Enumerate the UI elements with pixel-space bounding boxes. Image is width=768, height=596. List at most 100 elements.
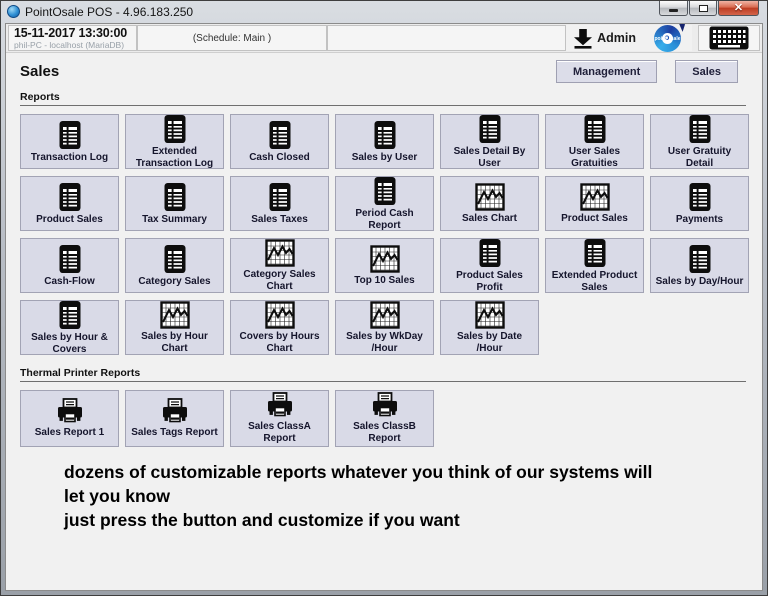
- report-button[interactable]: Sales by Hour & Covers: [20, 300, 119, 355]
- chart-icon: [265, 301, 295, 329]
- report-button[interactable]: Sales by User: [335, 114, 434, 169]
- report-button[interactable]: Sales Tags Report: [125, 390, 224, 447]
- report-button-label: Cash-Flow: [44, 276, 95, 288]
- report-button-label: Sales ClassA Report: [234, 421, 325, 445]
- chart-icon: [580, 183, 610, 211]
- report-button-label: Category Sales: [138, 276, 210, 288]
- report-button[interactable]: Sales by Day/Hour: [650, 238, 749, 293]
- report-icon: [58, 244, 82, 274]
- report-button[interactable]: Transaction Log: [20, 114, 119, 169]
- titlebar[interactable]: PointOsale POS - 4.96.183.250: [1, 1, 767, 22]
- report-button[interactable]: User Gratuity Detail: [650, 114, 749, 169]
- keyboard-icon: [709, 26, 749, 50]
- pointosale-logo: point o sale: [642, 25, 692, 51]
- report-button[interactable]: Period Cash Report: [335, 176, 434, 231]
- annotation-line-3: just press the button and customize if y…: [64, 508, 742, 532]
- app-icon: [7, 5, 20, 18]
- report-icon: [478, 238, 502, 268]
- datetime-label: 15-11-2017 13:30:00: [14, 26, 131, 40]
- report-button[interactable]: Sales Chart: [440, 176, 539, 231]
- report-icon: [268, 182, 292, 212]
- report-button[interactable]: Category Sales: [125, 238, 224, 293]
- thermal-section-rule: [20, 381, 746, 382]
- report-button-label: Top 10 Sales: [354, 275, 414, 287]
- report-button[interactable]: User Sales Gratuities: [545, 114, 644, 169]
- report-button[interactable]: Sales Taxes: [230, 176, 329, 231]
- report-button[interactable]: Payments: [650, 176, 749, 231]
- report-button-label: Sales by Hour & Covers: [24, 332, 115, 356]
- window-title: PointOsale POS - 4.96.183.250: [25, 5, 193, 19]
- report-button-label: Sales by Hour Chart: [129, 331, 220, 355]
- report-button[interactable]: Category Sales Chart: [230, 238, 329, 293]
- report-button-label: Sales Chart: [462, 213, 517, 225]
- report-button[interactable]: Product Sales: [545, 176, 644, 231]
- report-button-label: Transaction Log: [31, 152, 108, 164]
- report-button[interactable]: Sales by WkDay /Hour: [335, 300, 434, 355]
- report-icon: [478, 114, 502, 144]
- minimize-button[interactable]: [659, 1, 688, 16]
- window-content: 15-11-2017 13:30:00 phil-PC - localhost …: [5, 23, 763, 591]
- report-icon: [163, 182, 187, 212]
- report-button[interactable]: Tax Summary: [125, 176, 224, 231]
- report-button-label: Category Sales Chart: [234, 269, 325, 293]
- admin-button[interactable]: Admin: [566, 25, 642, 51]
- report-button[interactable]: Sales Report 1: [20, 390, 119, 447]
- sales-tab-button[interactable]: Sales: [675, 60, 738, 83]
- window-controls: ✕: [659, 1, 759, 16]
- report-button[interactable]: Product Sales Profit: [440, 238, 539, 293]
- logo-word-sale: sale: [671, 36, 681, 42]
- report-button[interactable]: Product Sales: [20, 176, 119, 231]
- report-button-label: Extended Product Sales: [549, 270, 640, 294]
- report-icon: [373, 120, 397, 150]
- printer-icon: [265, 392, 295, 419]
- report-button[interactable]: Sales ClassA Report: [230, 390, 329, 447]
- management-tab-button[interactable]: Management: [556, 60, 657, 83]
- report-button-label: User Sales Gratuities: [549, 146, 640, 170]
- thermal-reports-grid: Sales Report 1Sales Tags Report Sales Cla…: [20, 390, 750, 447]
- report-icon: [688, 182, 712, 212]
- chart-icon: [265, 239, 295, 267]
- printer-icon: [160, 398, 190, 425]
- report-button[interactable]: Cash-Flow: [20, 238, 119, 293]
- maximize-icon: [699, 5, 708, 12]
- app-window: PointOsale POS - 4.96.183.250 ✕ 15-11-20…: [0, 0, 768, 596]
- report-icon: [163, 244, 187, 274]
- logo-word-point: point: [655, 36, 667, 42]
- report-button[interactable]: Sales by Hour Chart: [125, 300, 224, 355]
- schedule-label: (Schedule: Main ): [137, 25, 327, 51]
- report-button-label: Tax Summary: [142, 214, 207, 226]
- page-title-row: Sales Management Sales: [6, 53, 762, 87]
- close-button[interactable]: ✕: [718, 1, 759, 16]
- report-button[interactable]: Top 10 Sales: [335, 238, 434, 293]
- report-button[interactable]: Extended Transaction Log: [125, 114, 224, 169]
- thermal-section-header: Thermal Printer Reports: [20, 367, 746, 382]
- report-button[interactable]: Sales Detail By User: [440, 114, 539, 169]
- report-button-label: Payments: [676, 214, 723, 226]
- report-button-label: Period Cash Report: [339, 208, 430, 232]
- report-icon: [373, 176, 397, 206]
- report-button-label: Cash Closed: [249, 152, 310, 164]
- report-button-label: Product Sales Profit: [444, 270, 535, 294]
- report-button[interactable]: Cash Closed: [230, 114, 329, 169]
- report-button-label: Sales by Date /Hour: [444, 331, 535, 355]
- report-button-label: User Gratuity Detail: [654, 146, 745, 170]
- report-button[interactable]: Extended Product Sales: [545, 238, 644, 293]
- report-button-label: Sales by User: [352, 152, 418, 164]
- report-icon: [58, 120, 82, 150]
- report-button-label: Sales Detail By User: [444, 146, 535, 170]
- reports-grid: Transaction Log Extended Transaction Log C…: [20, 114, 750, 355]
- datetime-panel: 15-11-2017 13:30:00 phil-PC - localhost …: [8, 25, 137, 51]
- host-label: phil-PC - localhost (MariaDB): [14, 40, 131, 50]
- annotation-text: dozens of customizable reports whatever …: [64, 460, 742, 532]
- pointosale-logo-icon: point o sale: [654, 25, 681, 52]
- keyboard-button[interactable]: [698, 25, 760, 51]
- report-button[interactable]: Sales by Date /Hour: [440, 300, 539, 355]
- report-icon: [163, 114, 187, 144]
- report-icon: [688, 114, 712, 144]
- maximize-button[interactable]: [689, 1, 717, 16]
- header-spacer: [327, 25, 566, 51]
- report-icon: [58, 300, 82, 330]
- report-button[interactable]: Sales ClassB Report: [335, 390, 434, 447]
- report-button[interactable]: Covers by Hours Chart: [230, 300, 329, 355]
- report-icon: [688, 244, 712, 274]
